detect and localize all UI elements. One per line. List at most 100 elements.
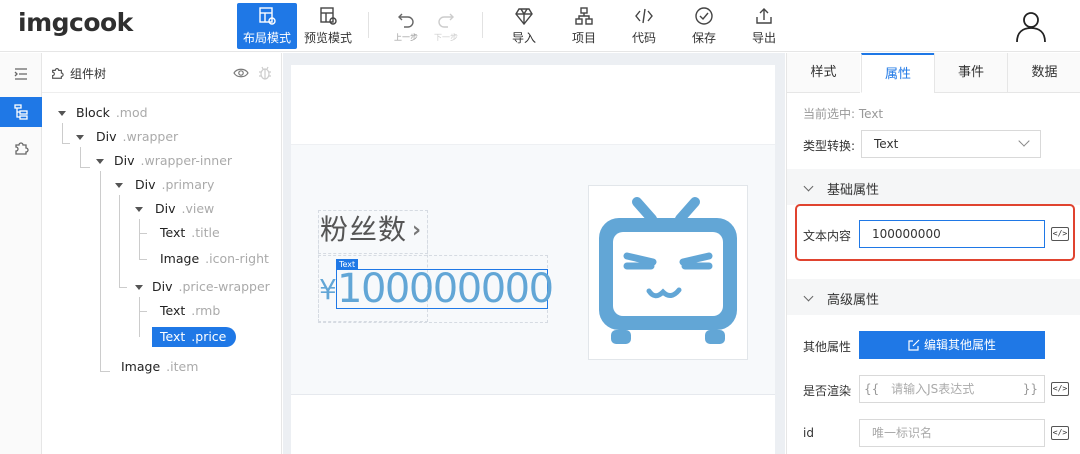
undo-icon (398, 13, 414, 28)
undo-label: 上一步 (394, 33, 418, 42)
check-circle-icon (695, 7, 713, 25)
puzzle-icon (52, 68, 64, 79)
component-tree-header: 组件树 (42, 53, 282, 93)
tree-guide-line (139, 259, 147, 260)
redo-icon (438, 13, 454, 28)
preview-mode-icon (320, 7, 337, 25)
basic-properties-title: 基础属性 (827, 183, 880, 198)
id-input[interactable]: 唯一标识名 (859, 419, 1045, 447)
render-placeholder: 请输入JS表达式 (891, 382, 975, 396)
type-convert-select[interactable]: Text (861, 130, 1041, 158)
code-button[interactable]: 代码 (624, 3, 664, 49)
user-avatar-icon[interactable] (1014, 9, 1048, 43)
brace-close: }} (1022, 382, 1038, 396)
tree-node[interactable]: Div .primary (135, 175, 214, 195)
tree-guide-line (119, 287, 127, 288)
tree-guide-line (62, 143, 70, 144)
code-expression-icon[interactable]: </> (1051, 227, 1069, 241)
arrow-right-icon[interactable]: › (412, 216, 421, 246)
tree-node[interactable]: Image .icon-right (160, 249, 269, 269)
bug-icon[interactable] (258, 65, 272, 81)
outline-nav-button[interactable] (0, 59, 42, 89)
tree-node[interactable]: Image .item (121, 357, 198, 377)
component-tree-title: 组件树 (70, 67, 107, 81)
left-nav (0, 53, 42, 454)
redo-label: 下一步 (434, 33, 458, 42)
rmb-text[interactable]: ¥ (319, 272, 337, 308)
brace-open: {{ (864, 382, 880, 396)
imgcook-logo[interactable]: imgcook (18, 8, 133, 37)
component-tree-panel: 组件树 Block .mod Div .wrapper Div .wrapper-in… (42, 53, 282, 454)
save-button[interactable]: 保存 (684, 3, 724, 49)
tab-style[interactable]: 样式 (787, 53, 860, 93)
tree-guide-line (139, 233, 147, 234)
tree-node[interactable]: Text .title (160, 223, 220, 243)
tree-guide-line (139, 219, 140, 259)
export-label: 导出 (751, 31, 776, 45)
text-content-label: 文本内容 (803, 229, 852, 243)
tree-guide-line (100, 371, 110, 372)
collapse-caret-icon[interactable] (115, 183, 123, 188)
fans-title-text[interactable]: 粉丝数 (320, 210, 407, 250)
project-button[interactable]: 项目 (564, 3, 604, 49)
collapse-caret-icon[interactable] (135, 207, 143, 212)
layout-mode-button[interactable]: 布局模式 (237, 3, 297, 49)
redo-button[interactable]: 下一步 (428, 3, 464, 49)
text-content-input[interactable]: 100000000 (859, 220, 1045, 248)
tree-guide-line (119, 195, 120, 287)
edit-other-attrs-label: 编辑其他属性 (923, 338, 996, 352)
import-label: 导入 (511, 31, 536, 45)
chevron-down-icon (803, 181, 814, 192)
plugin-nav-button[interactable] (0, 133, 42, 163)
sitemap-icon (575, 7, 593, 25)
edit-icon (908, 339, 920, 351)
diamond-icon (515, 8, 533, 26)
tree-node[interactable]: Text .rmb (160, 301, 220, 321)
other-attrs-label: 其他属性 (803, 340, 852, 354)
upload-icon (756, 8, 772, 24)
tab-data[interactable]: 数据 (1007, 53, 1080, 93)
price-selection-box[interactable]: Text 100000000 (336, 259, 554, 311)
component-tree-nav-button[interactable] (0, 97, 42, 127)
tree-node[interactable]: Block .mod (76, 103, 148, 123)
chevron-down-icon (803, 291, 814, 302)
tree-guide-line (139, 311, 147, 312)
tree-guide-line (62, 123, 63, 143)
code-expression-icon[interactable]: </> (1051, 382, 1069, 396)
section-divider (291, 394, 775, 395)
eye-icon[interactable] (233, 66, 249, 80)
render-expression-input[interactable]: {{ 请输入JS表达式 }} (859, 375, 1045, 403)
collapse-caret-icon[interactable] (58, 111, 66, 116)
tree-node[interactable]: Div .price-wrapper (152, 277, 270, 297)
edit-other-attrs-button[interactable]: 编辑其他属性 (859, 331, 1045, 359)
chevron-down-icon (1018, 135, 1030, 147)
tree-node[interactable]: Div .view (155, 199, 214, 219)
tree-guide-line (80, 147, 81, 167)
toolbar-divider (368, 12, 369, 38)
tree-node[interactable]: Div .wrapper (96, 127, 178, 147)
properties-panel: 样式 属性 事件 数据 当前选中: Text 类型转换: Text 基础属性 文… (786, 53, 1080, 454)
render-label: 是否渲染 (803, 384, 852, 398)
tree-node[interactable]: Div .wrapper-inner (114, 151, 232, 171)
top-toolbar: imgcook 布局模式 预览模式 上一步 下一步 导入 项目 代码 保存 导出 (0, 0, 1080, 52)
collapse-caret-icon[interactable] (96, 159, 104, 164)
tab-properties[interactable]: 属性 (861, 53, 934, 93)
design-canvas: 粉丝数 › ¥ Text 100000000 (283, 53, 785, 454)
import-button[interactable]: 导入 (504, 3, 544, 49)
item-image[interactable] (588, 185, 748, 360)
tree-node-selected[interactable]: Text .price (152, 327, 237, 347)
code-label: 代码 (631, 31, 656, 45)
export-button[interactable]: 导出 (744, 3, 784, 49)
bilibili-tv-icon (599, 197, 737, 344)
price-text: 100000000 (337, 266, 554, 312)
undo-button[interactable]: 上一步 (388, 3, 424, 49)
list-indent-icon (14, 68, 27, 80)
code-expression-icon[interactable]: </> (1051, 426, 1069, 440)
tab-events[interactable]: 事件 (934, 53, 1007, 93)
basic-properties-section[interactable]: 基础属性 (787, 169, 1080, 205)
advanced-properties-section[interactable]: 高级属性 (787, 279, 1080, 315)
collapse-caret-icon[interactable] (76, 135, 84, 140)
layout-mode-icon (259, 7, 276, 25)
collapse-caret-icon[interactable] (135, 285, 143, 290)
preview-mode-button[interactable]: 预览模式 (300, 3, 356, 49)
